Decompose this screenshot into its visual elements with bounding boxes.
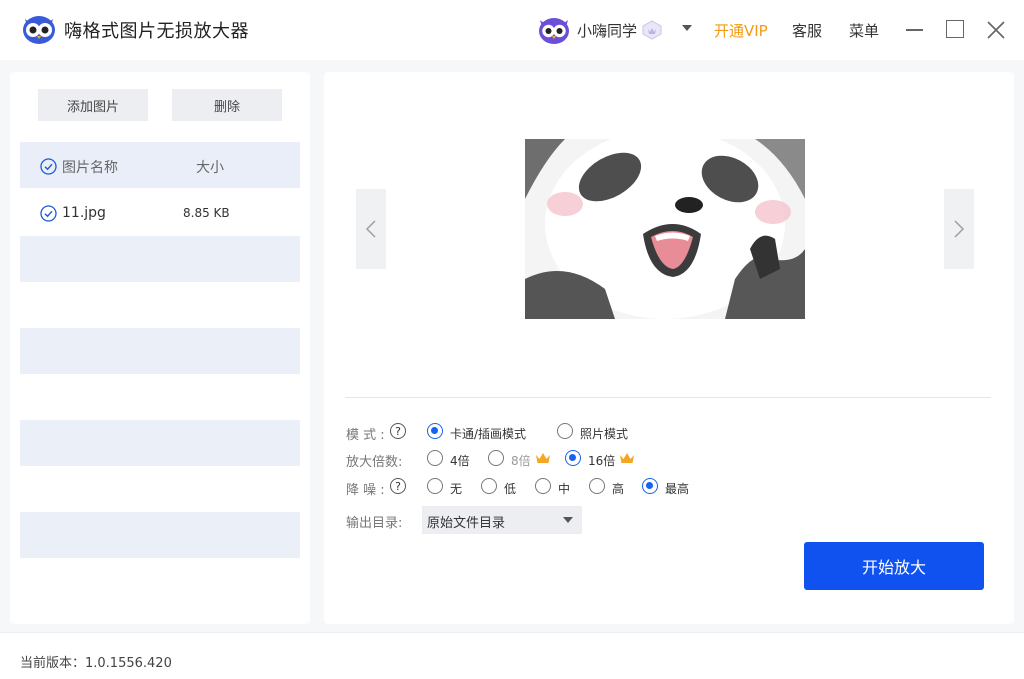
- denoise-highest-radio[interactable]: [642, 478, 658, 494]
- denoise-label: 降 噪 :: [346, 483, 385, 498]
- delete-button[interactable]: 删除: [172, 89, 282, 121]
- denoise-none-label[interactable]: 无: [450, 480, 462, 497]
- output-directory-select[interactable]: 原始文件目录: [422, 506, 582, 534]
- title-bar: 嗨格式图片无损放大器 小嗨同学 开通VIP 客服 菜单: [0, 0, 1024, 60]
- empty-row: [20, 420, 300, 466]
- add-image-button[interactable]: 添加图片: [38, 89, 148, 121]
- user-name: 小嗨同学: [577, 21, 638, 40]
- scale-16x-radio[interactable]: [565, 450, 581, 466]
- scale-4x-label[interactable]: 4倍: [450, 452, 470, 469]
- column-name-header: 图片名称: [62, 160, 118, 176]
- denoise-high-radio[interactable]: [589, 478, 605, 494]
- scale-label: 放大倍数:: [346, 455, 403, 470]
- empty-row: [20, 236, 300, 282]
- scale-8x-label[interactable]: 8倍: [511, 452, 531, 469]
- file-name: 11.jpg: [62, 205, 106, 221]
- close-icon[interactable]: [986, 20, 1006, 40]
- start-upscale-button[interactable]: 开始放大: [804, 542, 984, 590]
- open-vip-link[interactable]: 开通VIP: [714, 20, 768, 41]
- denoise-medium-radio[interactable]: [535, 478, 551, 494]
- menu-link[interactable]: 菜单: [849, 20, 879, 41]
- user-menu[interactable]: 小嗨同学: [538, 14, 663, 46]
- denoise-low-radio[interactable]: [481, 478, 497, 494]
- crown-icon: [620, 453, 634, 463]
- previous-image-button[interactable]: [356, 189, 386, 269]
- divider: [345, 397, 991, 398]
- vip-badge-icon: [642, 20, 662, 40]
- denoise-highest-label[interactable]: 最高: [665, 480, 689, 497]
- mode-photo-label[interactable]: 照片模式: [580, 425, 628, 442]
- scale-16x-label[interactable]: 16倍: [588, 452, 615, 469]
- scale-8x-radio[interactable]: [488, 450, 504, 466]
- denoise-none-radio[interactable]: [427, 478, 443, 494]
- column-size-header: 大小: [196, 160, 224, 176]
- denoise-high-label[interactable]: 高: [612, 480, 624, 497]
- version-text: 当前版本：1.0.1556.420: [20, 656, 172, 671]
- image-preview: [525, 139, 805, 319]
- output-label: 输出目录:: [346, 516, 403, 531]
- denoise-medium-label[interactable]: 中: [558, 480, 570, 497]
- denoise-help-icon[interactable]: ?: [390, 478, 406, 494]
- chevron-down-icon[interactable]: [682, 25, 692, 31]
- chevron-right-icon: [954, 220, 965, 238]
- avatar: [539, 18, 569, 44]
- next-image-button[interactable]: [944, 189, 974, 269]
- output-directory-value: 原始文件目录: [427, 516, 506, 531]
- denoise-low-label[interactable]: 低: [504, 480, 516, 497]
- select-all-check-icon[interactable]: [40, 158, 57, 175]
- owl-logo-icon: [23, 16, 55, 44]
- mode-cartoon-label[interactable]: 卡通/插画模式: [450, 425, 526, 442]
- empty-row: [20, 512, 300, 558]
- scale-4x-radio[interactable]: [427, 450, 443, 466]
- row-check-icon[interactable]: [40, 205, 57, 222]
- chevron-down-icon: [563, 517, 573, 523]
- mode-label: 模 式 :: [346, 428, 385, 443]
- minimize-icon[interactable]: [906, 29, 923, 31]
- maximize-icon[interactable]: [946, 20, 964, 38]
- mode-help-icon[interactable]: ?: [390, 423, 406, 439]
- chevron-left-icon: [365, 220, 376, 238]
- mode-cartoon-radio[interactable]: [427, 423, 443, 439]
- mode-photo-radio[interactable]: [557, 423, 573, 439]
- customer-service-link[interactable]: 客服: [792, 20, 822, 41]
- empty-row: [20, 328, 300, 374]
- file-size: 8.85 KB: [183, 206, 230, 220]
- crown-icon: [536, 453, 550, 463]
- app-title: 嗨格式图片无损放大器: [64, 21, 249, 42]
